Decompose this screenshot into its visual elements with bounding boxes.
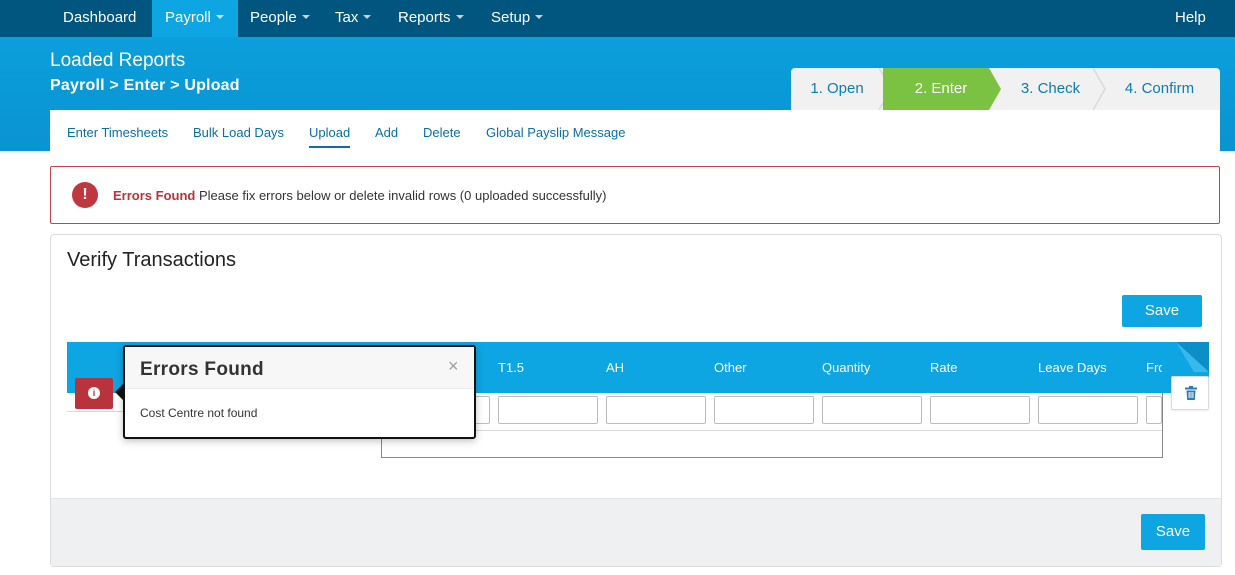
alert-message: Please fix errors below or delete invali… xyxy=(198,188,607,203)
panel-footer xyxy=(51,498,1221,566)
step-check[interactable]: 3. Check xyxy=(1003,68,1098,110)
subnav-delete[interactable]: Delete xyxy=(423,125,461,140)
col-header-other: Other xyxy=(714,360,747,375)
nav-people-label: People xyxy=(250,9,297,26)
col-header-from: Fro xyxy=(1146,360,1162,375)
trash-icon xyxy=(1185,386,1197,400)
nav-tax-label: Tax xyxy=(335,9,359,26)
popover-title: Errors Found xyxy=(140,359,264,380)
row-divider xyxy=(67,411,127,412)
col-header-rate: Rate xyxy=(930,360,958,375)
subnav-bulk-load-days[interactable]: Bulk Load Days xyxy=(193,125,284,140)
cell-input-t15[interactable] xyxy=(498,396,598,424)
error-alert: ! Errors Found Please fix errors below o… xyxy=(50,166,1220,224)
grid-header-decoration xyxy=(1176,342,1209,372)
nav-reports-label: Reports xyxy=(398,9,451,26)
step-open[interactable]: 1. Open xyxy=(791,68,883,110)
col-header-ah: AH xyxy=(606,360,625,375)
col-header-t15: T1.5 xyxy=(498,360,525,375)
nav-setup-label: Setup xyxy=(491,9,531,26)
nav-setup[interactable]: Setup xyxy=(491,0,544,37)
chevron-down-icon xyxy=(455,15,464,20)
cell-input-other[interactable] xyxy=(714,396,814,424)
step-active-arrow xyxy=(989,68,1001,110)
nav-tax[interactable]: Tax xyxy=(335,0,372,37)
nav-payroll-label: Payroll xyxy=(165,9,211,26)
nav-help[interactable]: Help xyxy=(1175,0,1206,37)
top-navbar: Dashboard Payroll People Tax Reports Set… xyxy=(0,0,1235,37)
chevron-down-icon xyxy=(535,15,544,20)
popover-header: Errors Found × xyxy=(125,347,474,389)
errors-popover: Errors Found × Cost Centre not found xyxy=(123,345,476,439)
save-button-top[interactable]: Save xyxy=(1122,295,1202,327)
info-icon: i xyxy=(88,387,100,399)
nav-payroll[interactable]: Payroll xyxy=(152,0,238,37)
row-error-button[interactable]: i xyxy=(75,378,113,409)
step-confirm[interactable]: 4. Confirm xyxy=(1107,68,1212,110)
popover-message: Cost Centre not found xyxy=(140,406,258,420)
grid-row-divider xyxy=(381,430,1162,431)
nav-reports[interactable]: Reports xyxy=(398,0,464,37)
nav-people[interactable]: People xyxy=(250,0,310,37)
col-header-leave-days: Leave Days xyxy=(1038,360,1107,375)
cell-input-quantity[interactable] xyxy=(822,396,922,424)
step-separator xyxy=(1093,68,1106,110)
step-enter[interactable]: 2. Enter xyxy=(883,68,989,110)
col-header-quantity: Quantity xyxy=(822,360,871,375)
chevron-down-icon xyxy=(301,15,310,20)
close-icon[interactable]: × xyxy=(448,356,459,377)
nav-dashboard[interactable]: Dashboard xyxy=(63,0,136,37)
cell-input-ah[interactable] xyxy=(606,396,706,424)
exclamation-icon: ! xyxy=(72,182,98,208)
chevron-down-icon xyxy=(363,15,372,20)
panel-title: Verify Transactions xyxy=(67,249,236,271)
subnav-enter-timesheets[interactable]: Enter Timesheets xyxy=(67,125,168,140)
subnav-upload[interactable]: Upload xyxy=(309,125,351,148)
popover-arrow xyxy=(115,384,123,400)
cell-input-rate[interactable] xyxy=(930,396,1030,424)
subnav-add[interactable]: Add xyxy=(375,125,398,140)
save-button-bottom[interactable]: Save xyxy=(1141,514,1205,550)
breadcrumb: Payroll > Enter > Upload xyxy=(50,77,240,94)
cell-input-leave-days[interactable] xyxy=(1038,396,1138,424)
wizard-steps: 1. Open 2. Enter 3. Check 4. Confirm xyxy=(791,68,1220,110)
cell-input-from[interactable] xyxy=(1146,396,1162,424)
chevron-down-icon xyxy=(215,15,224,20)
subnav-global-payslip-message[interactable]: Global Payslip Message xyxy=(486,125,625,140)
delete-row-button[interactable] xyxy=(1171,376,1209,410)
page-title: Loaded Reports xyxy=(50,50,186,71)
alert-text: Errors Found Please fix errors below or … xyxy=(113,188,607,203)
nav-dashboard-label: Dashboard xyxy=(63,9,137,26)
alert-title: Errors Found xyxy=(113,188,196,203)
